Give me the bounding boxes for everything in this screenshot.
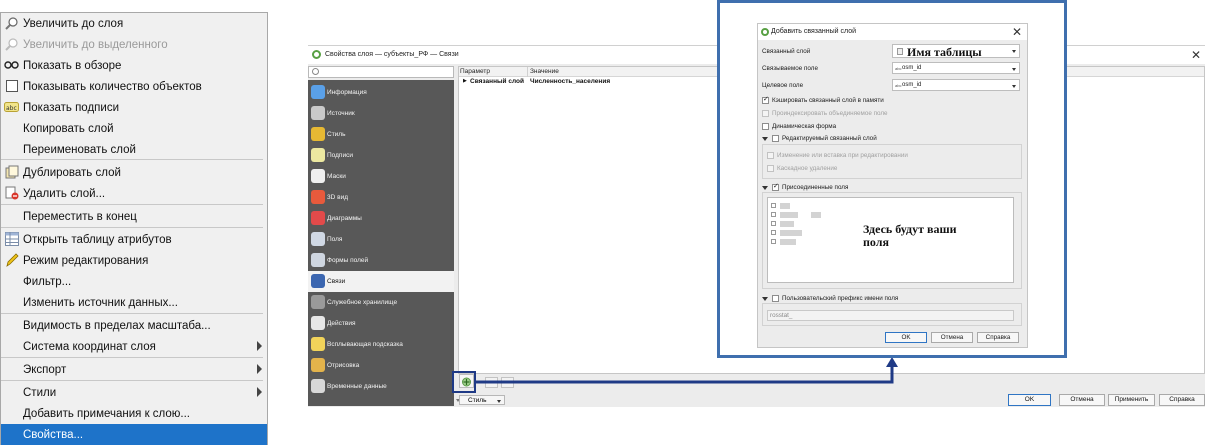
- qgis-logo-icon: [761, 28, 769, 36]
- join-dialog-title-bar: Добавить связанный слой ✕: [758, 24, 1027, 40]
- join-layer-value: Имя таблицы: [907, 45, 982, 59]
- ok-button[interactable]: OK: [885, 332, 927, 343]
- blurred-field-name: [780, 203, 790, 209]
- join-field-select[interactable]: abc osm_id: [892, 62, 1020, 74]
- cascade-checkbox: [767, 165, 774, 172]
- collapse-arrow-icon[interactable]: [762, 137, 768, 141]
- checkbox-icon: [771, 203, 776, 208]
- target-field-label: Целевое поле: [762, 82, 804, 89]
- text-field-icon: abc: [895, 83, 902, 88]
- blurred-field-name: [811, 212, 821, 218]
- checkbox-icon: [771, 239, 776, 244]
- target-field-select[interactable]: abc osm_id: [892, 79, 1020, 91]
- prefix-input: rosstat_: [767, 310, 1014, 321]
- index-checkbox: [762, 110, 769, 117]
- chevron-down-icon: [1012, 68, 1016, 71]
- blurred-field-name: [780, 212, 798, 218]
- cache-checkbox[interactable]: [762, 95, 769, 104]
- editable-label: Редактируемый связанный слой: [782, 135, 877, 142]
- collapse-arrow-icon[interactable]: [762, 186, 768, 190]
- collapse-arrow-icon[interactable]: [762, 297, 768, 301]
- blurred-field-name: [780, 230, 802, 236]
- help-button[interactable]: Справка: [977, 332, 1019, 343]
- join-field-label: Связываемое поле: [762, 65, 818, 72]
- checkbox-icon: [771, 212, 776, 217]
- joined-fields-list[interactable]: Здесь будут ваши поля: [767, 197, 1014, 283]
- target-field-value: osm_id: [902, 82, 922, 88]
- join-layer-select[interactable]: Имя таблицы: [892, 44, 1020, 59]
- table-icon: [897, 48, 903, 55]
- checkbox-icon: [771, 230, 776, 235]
- cascade-label: Каскадное удаление: [777, 165, 838, 172]
- fields-note: Здесь будут ваши поля: [863, 222, 957, 249]
- dynamic-form-checkbox[interactable]: [762, 123, 769, 130]
- cancel-button[interactable]: Отмена: [931, 332, 973, 343]
- join-field-value: osm_id: [902, 65, 922, 71]
- screenshot-composite: Увеличить до слоя Увеличить до выделенног…: [0, 0, 1205, 445]
- editable-group: [762, 144, 1022, 179]
- joined-fields-checkbox[interactable]: [772, 182, 779, 191]
- join-layer-label: Связанный слой: [762, 48, 811, 55]
- cache-label: Кэшировать связанный слой в памяти: [772, 97, 884, 104]
- joined-fields-label: Присоединенные поля: [782, 184, 849, 191]
- add-join-dialog: Добавить связанный слой ✕ Связанный слой…: [757, 23, 1028, 348]
- upsert-label: Изменение или вставка при редактировании: [777, 152, 908, 159]
- prefix-value: rosstat_: [770, 312, 793, 319]
- index-label: Проиндексировать объединяемое поле: [772, 110, 888, 117]
- chevron-down-icon: [1012, 85, 1016, 88]
- prefix-checkbox[interactable]: [772, 295, 779, 302]
- join-dialog-title: Добавить связанный слой: [771, 28, 856, 35]
- checkbox-icon: [771, 221, 776, 226]
- prefix-label: Пользовательский префикс имени поля: [782, 295, 899, 302]
- chevron-down-icon: [1012, 50, 1016, 53]
- editable-checkbox[interactable]: [772, 135, 779, 142]
- dynamic-form-label: Динамическая форма: [772, 123, 837, 130]
- upsert-checkbox: [767, 152, 774, 159]
- close-icon[interactable]: ✕: [1012, 25, 1022, 39]
- blurred-field-name: [780, 239, 796, 245]
- text-field-icon: abc: [895, 66, 902, 71]
- blurred-field-name: [780, 221, 794, 227]
